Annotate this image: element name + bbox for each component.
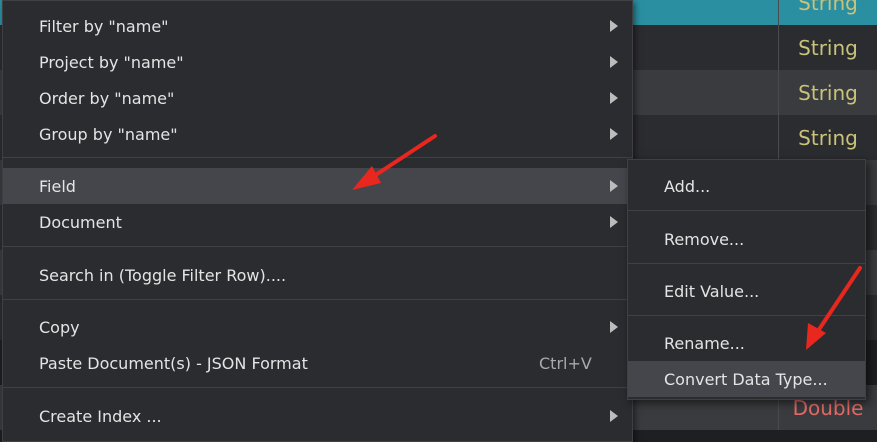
- submenu-item-rename[interactable]: Rename...: [628, 325, 865, 361]
- field-submenu: Add... Remove... Edit Value... Rename...…: [627, 159, 866, 400]
- submenu-item-convert-data-type[interactable]: Convert Data Type...: [628, 361, 865, 397]
- menu-item-label: Search in (Toggle Filter Row)....: [39, 265, 287, 285]
- menu-item-paste-document[interactable]: Paste Document(s) - JSON Format Ctrl+V: [3, 345, 632, 381]
- submenu-arrow-icon: [610, 20, 618, 32]
- type-cell: String: [778, 25, 877, 70]
- submenu-item-add[interactable]: Add...: [628, 168, 865, 204]
- menu-separator: [3, 157, 632, 158]
- menu-item-label: Order by "name": [39, 88, 175, 108]
- type-cell: String: [778, 115, 877, 160]
- submenu-arrow-icon: [610, 56, 618, 68]
- submenu-item-label: Edit Value...: [664, 281, 760, 301]
- shortcut-label: Ctrl+V: [539, 353, 592, 373]
- submenu-item-label: Add...: [664, 176, 711, 196]
- menu-item-copy[interactable]: Copy: [3, 309, 632, 345]
- menu-item-label: Project by "name": [39, 52, 184, 72]
- menu-item-order-by-name[interactable]: Order by "name": [3, 80, 632, 116]
- context-menu: Filter by "name" Project by "name" Order…: [2, 0, 633, 442]
- menu-item-label: Document: [39, 212, 122, 232]
- menu-item-field[interactable]: Field: [3, 168, 632, 204]
- menu-separator: [628, 210, 865, 211]
- submenu-arrow-icon: [610, 216, 618, 228]
- menu-item-document[interactable]: Document: [3, 204, 632, 240]
- type-cell: String: [778, 0, 877, 25]
- menu-item-create-index[interactable]: Create Index ...: [3, 398, 632, 434]
- menu-item-label: Field: [39, 176, 76, 196]
- menu-separator: [628, 315, 865, 316]
- submenu-item-edit-value[interactable]: Edit Value...: [628, 273, 865, 309]
- submenu-arrow-icon: [610, 410, 618, 422]
- submenu-item-remove[interactable]: Remove...: [628, 221, 865, 257]
- submenu-item-label: Remove...: [664, 229, 745, 249]
- menu-item-label: Create Index ...: [39, 406, 162, 426]
- menu-item-label: Group by "name": [39, 124, 178, 144]
- submenu-arrow-icon: [610, 128, 618, 140]
- menu-separator: [628, 263, 865, 264]
- submenu-arrow-icon: [610, 180, 618, 192]
- menu-item-label: Paste Document(s) - JSON Format: [39, 353, 308, 373]
- menu-separator: [3, 387, 632, 388]
- menu-separator: [3, 299, 632, 300]
- menu-item-search-in[interactable]: Search in (Toggle Filter Row)....: [3, 257, 632, 293]
- menu-item-project-by-name[interactable]: Project by "name": [3, 44, 632, 80]
- type-cell: String: [778, 70, 877, 115]
- submenu-item-label: Convert Data Type...: [664, 369, 828, 389]
- menu-item-filter-by-name[interactable]: Filter by "name": [3, 8, 632, 44]
- submenu-item-label: Rename...: [664, 333, 745, 353]
- menu-item-group-by-name[interactable]: Group by "name": [3, 116, 632, 152]
- menu-item-label: Filter by "name": [39, 16, 169, 36]
- menu-item-label: Copy: [39, 317, 80, 337]
- submenu-arrow-icon: [610, 321, 618, 333]
- menu-separator: [3, 246, 632, 247]
- submenu-arrow-icon: [610, 92, 618, 104]
